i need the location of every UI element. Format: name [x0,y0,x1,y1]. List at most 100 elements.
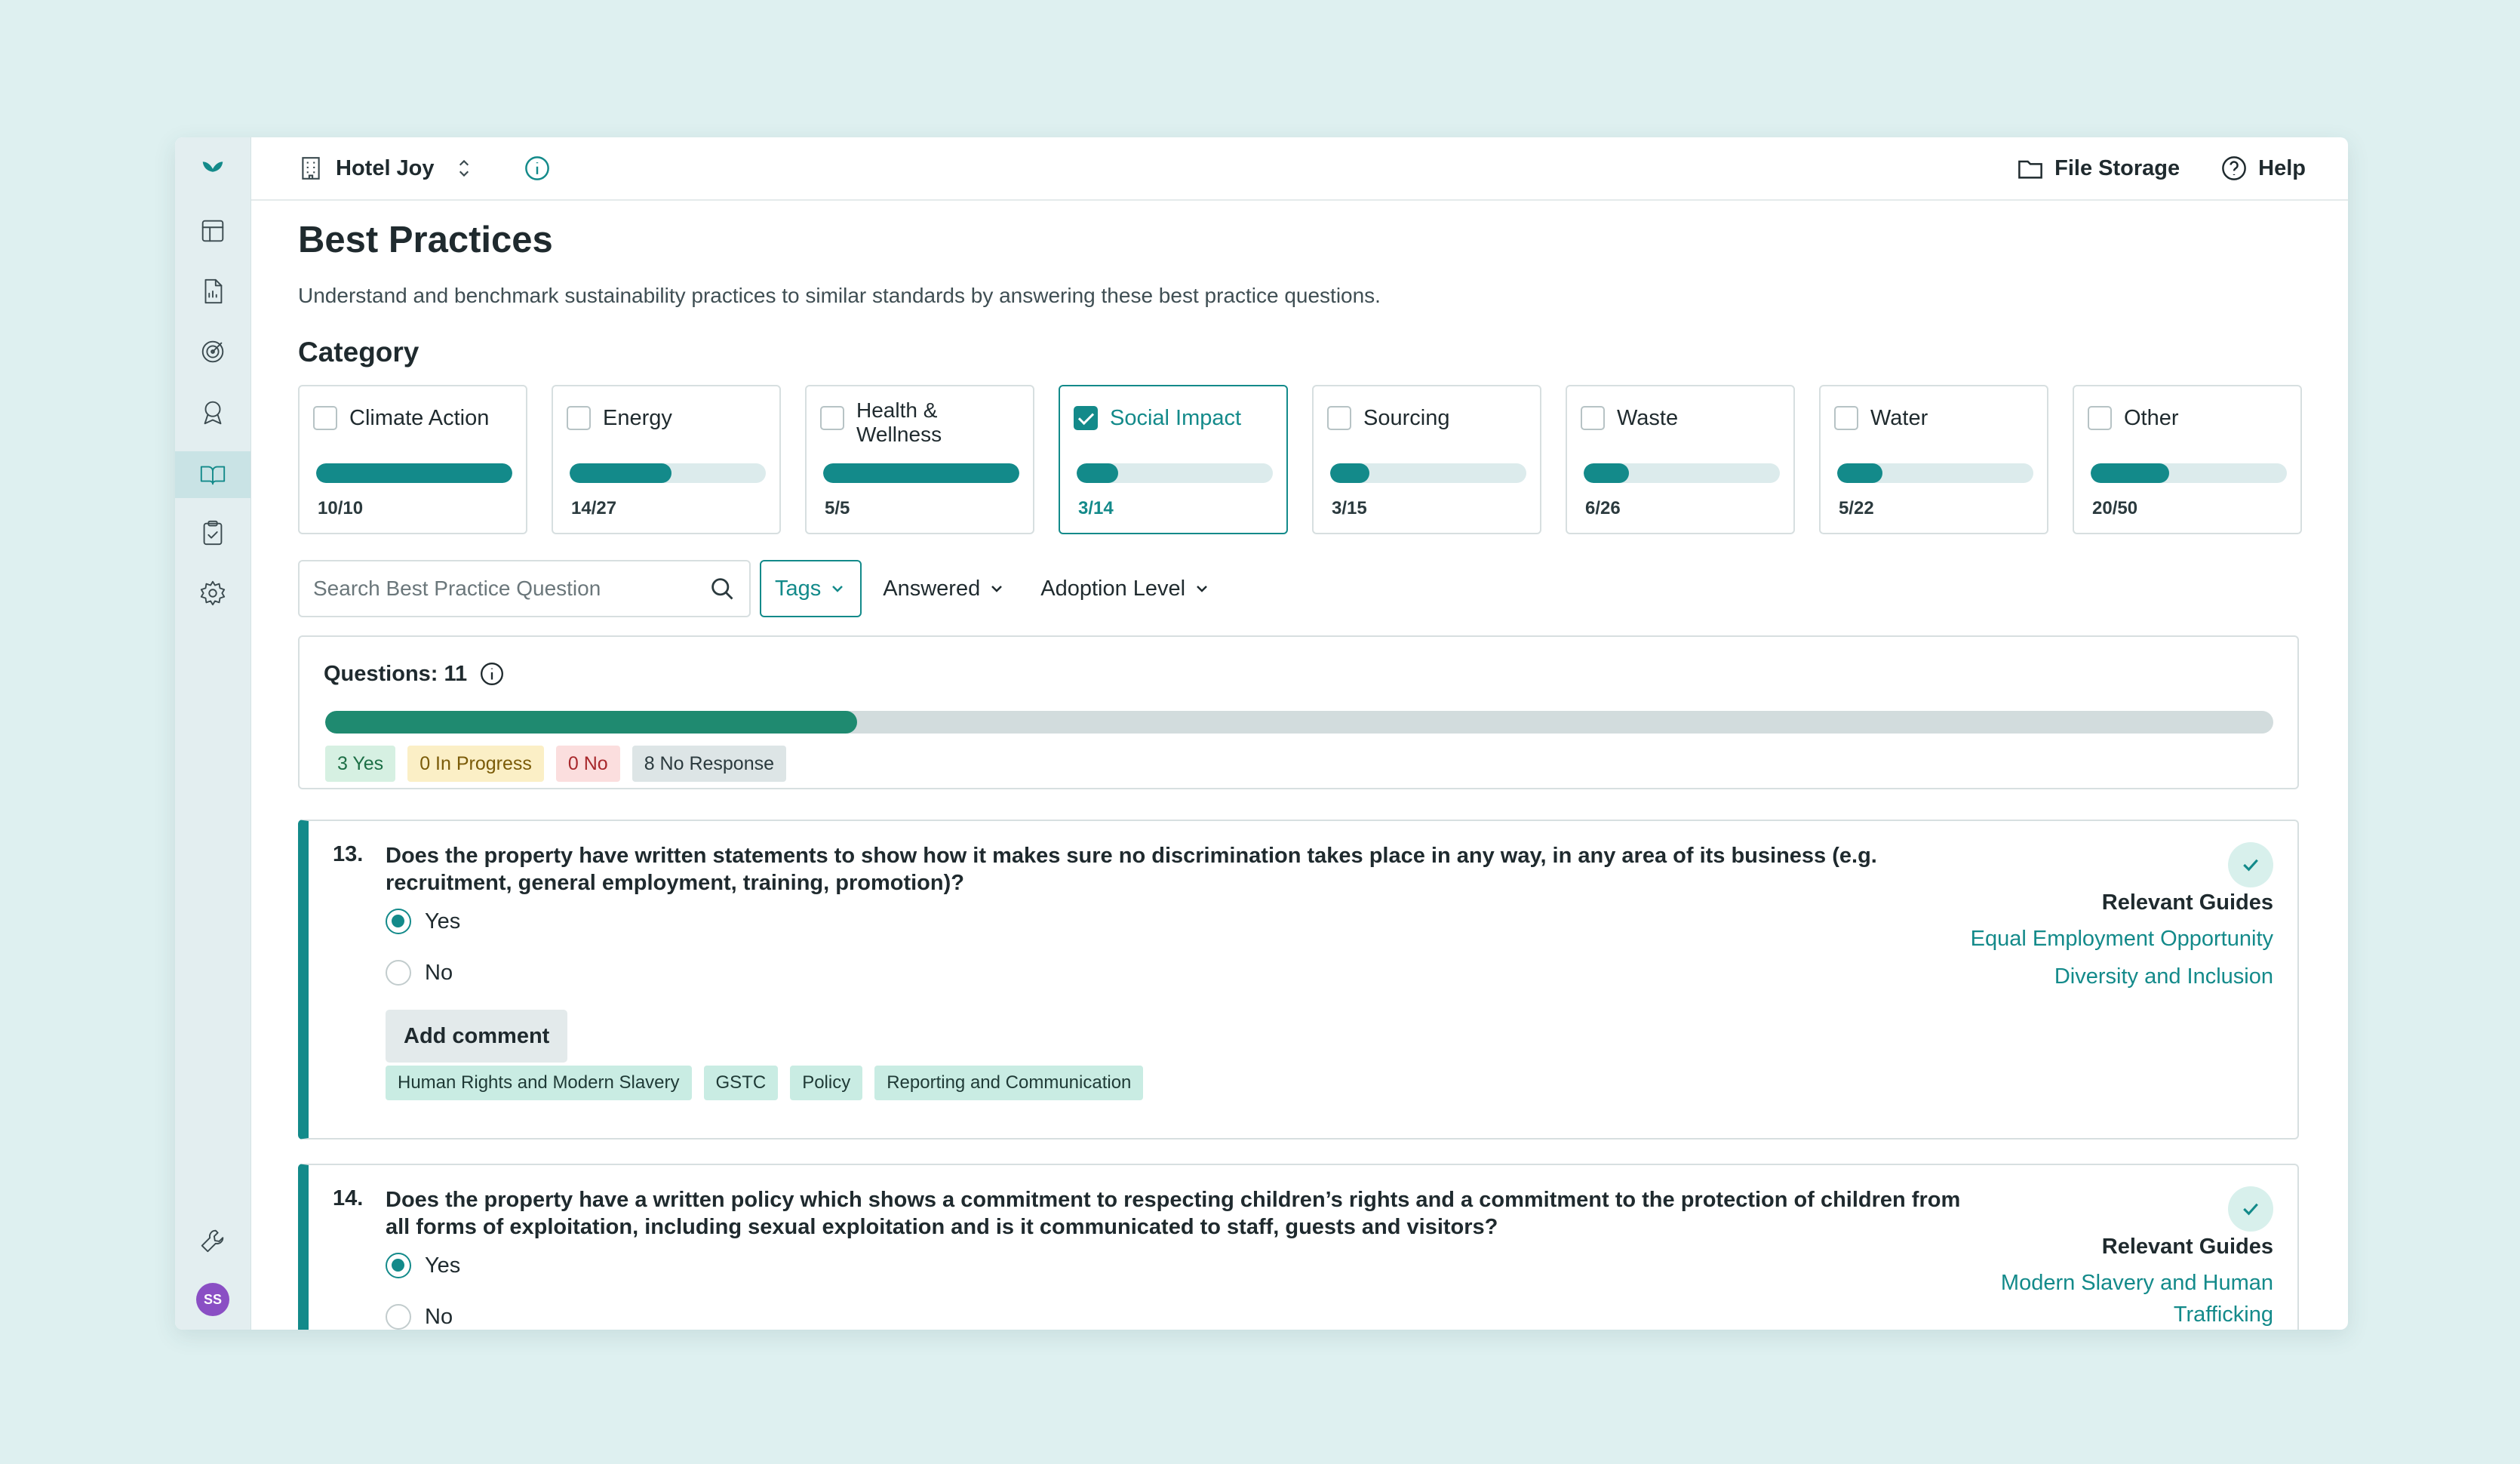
yes-count-badge: 3 Yes [325,746,396,782]
report-icon[interactable] [196,275,229,308]
no-response-count-badge: 8 No Response [632,746,787,782]
category-count: 20/50 [2092,498,2138,518]
info-icon[interactable] [479,661,505,687]
category-checkbox[interactable] [313,406,337,430]
category-card-other[interactable]: Other 20/50 [2073,385,2302,534]
category-heading: Category [298,337,419,368]
property-selector[interactable]: Hotel Joy [298,155,489,181]
category-count: 3/15 [1332,498,1367,518]
category-label: Social Impact [1110,406,1242,430]
guide-link[interactable]: Equal Employment Opportunity [1896,923,2273,955]
yes-radio[interactable] [386,1253,411,1278]
category-progress-bar [1330,463,1526,483]
clipboard-icon[interactable] [196,516,229,549]
no-label: No [425,960,453,985]
status-chips: 3 Yes 0 In Progress 0 No 8 No Response [325,746,787,782]
category-label: Health & Wellness [856,398,942,446]
gear-icon[interactable] [196,577,229,610]
page-title: Best Practices [298,220,553,260]
category-count: 10/10 [318,498,364,518]
page-subtitle: Understand and benchmark sustainability … [298,284,1381,307]
logo-icon[interactable] [196,151,229,184]
category-checkbox[interactable] [820,406,844,430]
no-radio[interactable] [386,1304,411,1330]
category-checkbox[interactable] [1581,406,1605,430]
relevant-guides: Relevant Guides Modern Slavery and Human… [1896,1235,2273,1330]
question-card: 13. Does the property have written state… [298,820,2299,1140]
answer-yes-option[interactable]: Yes [386,909,460,934]
sidebar: SS [175,137,251,1330]
answer-yes-option[interactable]: Yes [386,1253,460,1278]
dashboard-icon[interactable] [196,214,229,248]
answer-no-option[interactable]: No [386,960,453,986]
category-progress-bar [2091,463,2287,483]
guides-title: Relevant Guides [2101,1235,2273,1259]
no-label: No [425,1304,453,1329]
question-tag[interactable]: GSTC [703,1066,779,1100]
category-count: 3/14 [1078,498,1114,518]
category-progress-bar [316,463,512,483]
guide-link[interactable]: Modern Slavery and Human Trafficking [1896,1267,2273,1330]
category-card-sourcing[interactable]: Sourcing 3/15 [1312,385,1541,534]
adoption-level-dropdown[interactable]: Adoption Level [1040,577,1211,601]
guide-link[interactable]: Diversity and Inclusion [1896,961,2273,992]
category-card-health-wellness[interactable]: Health & Wellness 5/5 [805,385,1034,534]
category-card-climate-action[interactable]: Climate Action 10/10 [298,385,527,534]
category-checkbox[interactable] [2088,406,2112,430]
tags-dropdown[interactable]: Tags [760,560,862,617]
question-number: 13. [333,842,364,866]
question-tag[interactable]: Reporting and Communication [874,1066,1144,1100]
tags-label: Tags [775,576,822,601]
category-count: 5/5 [825,498,850,518]
questions-summary: Questions: 11 3 Yes 0 In Progress 0 No 8… [298,635,2299,789]
property-name: Hotel Joy [336,155,435,180]
relevant-guides: Relevant Guides Equal Employment Opportu… [1896,890,2273,998]
help-link[interactable]: Help [2220,155,2306,182]
category-checkbox[interactable] [1074,406,1098,430]
question-tag[interactable]: Human Rights and Modern Slavery [386,1066,692,1100]
info-icon[interactable] [524,155,551,182]
category-label: Climate Action [349,406,490,430]
book-icon[interactable] [175,451,250,498]
chevron-down-icon [1197,586,1207,592]
category-card-waste[interactable]: Waste 6/26 [1566,385,1795,534]
questions-count: Questions: 11 [324,661,505,687]
category-checkbox[interactable] [1834,406,1858,430]
category-checkbox[interactable] [567,406,591,430]
search-icon[interactable] [708,575,736,602]
question-tag[interactable]: Policy [790,1066,863,1100]
category-card-energy[interactable]: Energy 14/27 [552,385,781,534]
category-count: 6/26 [1585,498,1621,518]
answered-dropdown[interactable]: Answered [883,577,1006,601]
chevron-down-icon [991,586,1003,592]
target-icon[interactable] [196,335,229,368]
no-radio[interactable] [386,960,411,986]
category-checkbox[interactable] [1327,406,1351,430]
category-progress-bar [1837,463,2033,483]
category-card-water[interactable]: Water 5/22 [1819,385,2048,534]
guides-title: Relevant Guides [2101,890,2273,915]
category-cards: Climate Action 10/10 Energy 14/27 Health… [298,385,2302,534]
category-card-social-impact[interactable]: Social Impact 3/14 [1059,385,1288,534]
yes-label: Yes [425,1253,461,1278]
questions-progress-bar [325,711,2273,734]
chevron-down-icon [832,586,844,592]
add-comment-button[interactable]: Add comment [386,1010,568,1063]
award-icon[interactable] [196,395,229,429]
building-icon [302,157,320,180]
folder-icon [2018,160,2043,179]
file-storage-link[interactable]: File Storage [2017,155,2180,182]
answer-no-option[interactable]: No [386,1304,453,1330]
yes-radio[interactable] [386,909,411,934]
category-label: Other [2124,406,2179,430]
yes-label: Yes [425,909,461,933]
search-input[interactable] [312,576,708,601]
tools-icon[interactable] [196,1224,229,1257]
avatar[interactable]: SS [196,1283,229,1316]
questions-count-label: Questions: 11 [324,661,468,686]
category-count: 14/27 [571,498,617,518]
in-progress-count-badge: 0 In Progress [407,746,544,782]
search-box [298,560,751,617]
category-label: Energy [603,406,672,430]
category-label: Water [1870,406,1928,430]
